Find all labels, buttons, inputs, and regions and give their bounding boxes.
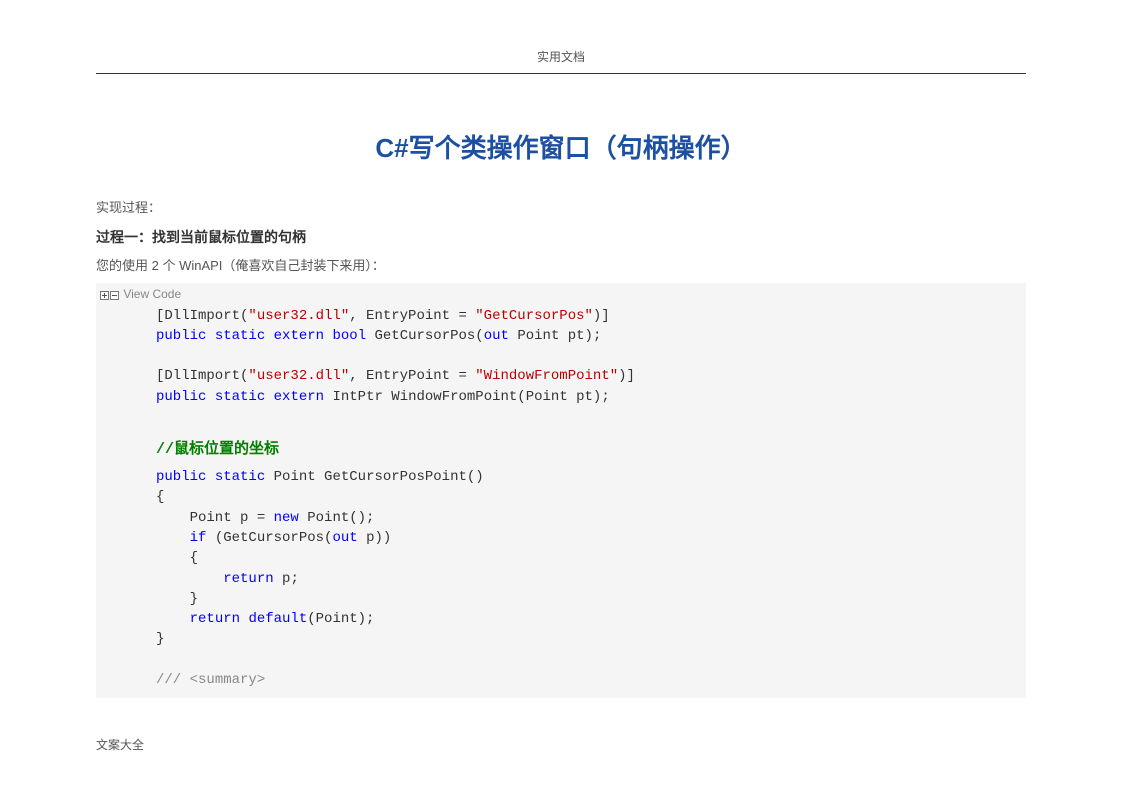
view-code-row: View Code [96, 283, 1026, 305]
code-line-8: if (GetCursorPos(out p)) [96, 528, 1026, 548]
code-line-3: [DllImport("user32.dll", EntryPoint = "W… [96, 366, 1026, 386]
code-line-6: { [96, 487, 1026, 507]
footer-label: 文案大全 [96, 736, 144, 753]
code-line-5: public static Point GetCursorPosPoint() [96, 467, 1026, 487]
code-line-2: public static extern bool GetCursorPos(o… [96, 326, 1026, 346]
code-line-12: return default(Point); [96, 609, 1026, 629]
code-line-1: [DllImport("user32.dll", EntryPoint = "G… [96, 306, 1026, 326]
code-line-13: } [96, 629, 1026, 649]
code-line-7: Point p = new Point(); [96, 508, 1026, 528]
step-title-1: 过程一：找到当前鼠标位置的句柄 [96, 227, 1026, 247]
intro-line-1: 实现过程： [96, 197, 1026, 219]
code-block: View Code [DllImport("user32.dll", Entry… [96, 283, 1026, 698]
intro-line-2: 您的使用 2 个 WinAPI（俺喜欢自己封装下来用）： [96, 255, 1026, 277]
collapse-icon[interactable] [110, 291, 119, 300]
code-comment: //鼠标位置的坐标 [96, 439, 1026, 461]
view-code-label: View Code [123, 287, 181, 301]
code-line-10: return p; [96, 569, 1026, 589]
page-title: C#写个类操作窗口（句柄操作） [96, 128, 1026, 165]
code-line-14: /// <summary> [96, 670, 1026, 690]
code-line-blank-2 [96, 407, 1026, 427]
code-line-blank-1 [96, 346, 1026, 366]
code-line-blank-3 [96, 650, 1026, 670]
code-line-11: } [96, 589, 1026, 609]
code-line-9: { [96, 548, 1026, 568]
code-line-4: public static extern IntPtr WindowFromPo… [96, 387, 1026, 407]
expand-icon[interactable] [100, 291, 109, 300]
header-rule [96, 73, 1026, 74]
header-label: 实用文档 [96, 48, 1026, 69]
